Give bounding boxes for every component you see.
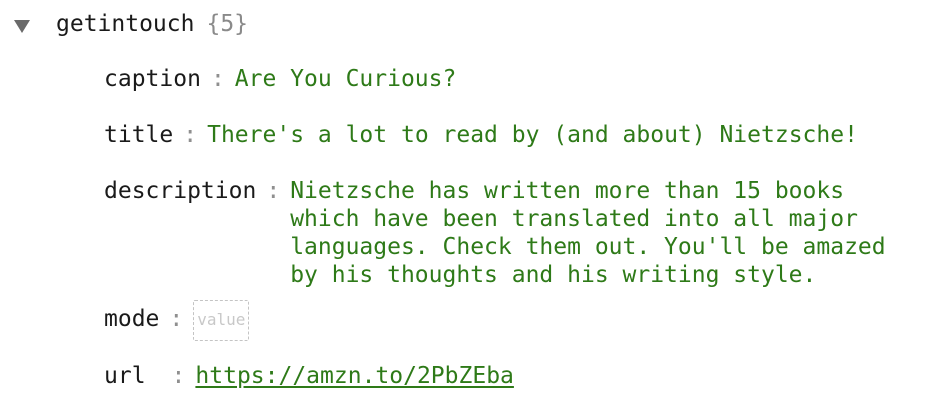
field-separator: : — [171, 363, 186, 389]
field-separator: : — [210, 66, 225, 92]
field-key-caption: caption — [104, 66, 201, 92]
url-link[interactable]: https://amzn.to/2PbZEba — [195, 362, 514, 390]
field-key-url: url — [104, 363, 146, 389]
field-separator: : — [169, 306, 184, 332]
field-row-url: url : https://amzn.to/2PbZEba — [104, 362, 514, 390]
node-header: getintouch {5} — [14, 6, 248, 42]
field-row-mode: mode : value — [104, 300, 250, 341]
field-value-description[interactable]: Nietzsche has written more than 15 books… — [290, 177, 930, 289]
description-line: which have been translated into all majo… — [290, 206, 858, 232]
field-separator: : — [266, 178, 281, 204]
field-row-caption: caption : Are You Curious? — [104, 65, 456, 93]
field-key-mode: mode — [104, 306, 160, 332]
description-line: by his thoughts and his writing style. — [290, 262, 817, 288]
field-key-description: description — [104, 178, 257, 204]
node-key: getintouch — [56, 11, 195, 37]
description-line: Nietzsche has written more than 15 books — [290, 178, 845, 204]
description-line: languages. Check them out. You'll be ama… — [290, 234, 886, 260]
node-count: {5} — [206, 11, 249, 37]
field-value-title[interactable]: There's a lot to read by (and about) Nie… — [207, 121, 858, 149]
field-row-description: description : Nietzsche has written more… — [104, 177, 930, 289]
mode-value-placeholder[interactable]: value — [193, 300, 250, 341]
caret-down-icon[interactable] — [14, 19, 30, 33]
field-separator: : — [183, 122, 198, 148]
field-value-caption[interactable]: Are You Curious? — [235, 65, 457, 93]
field-key-title: title — [104, 122, 174, 148]
field-row-title: title : There's a lot to read by (and ab… — [104, 121, 858, 149]
